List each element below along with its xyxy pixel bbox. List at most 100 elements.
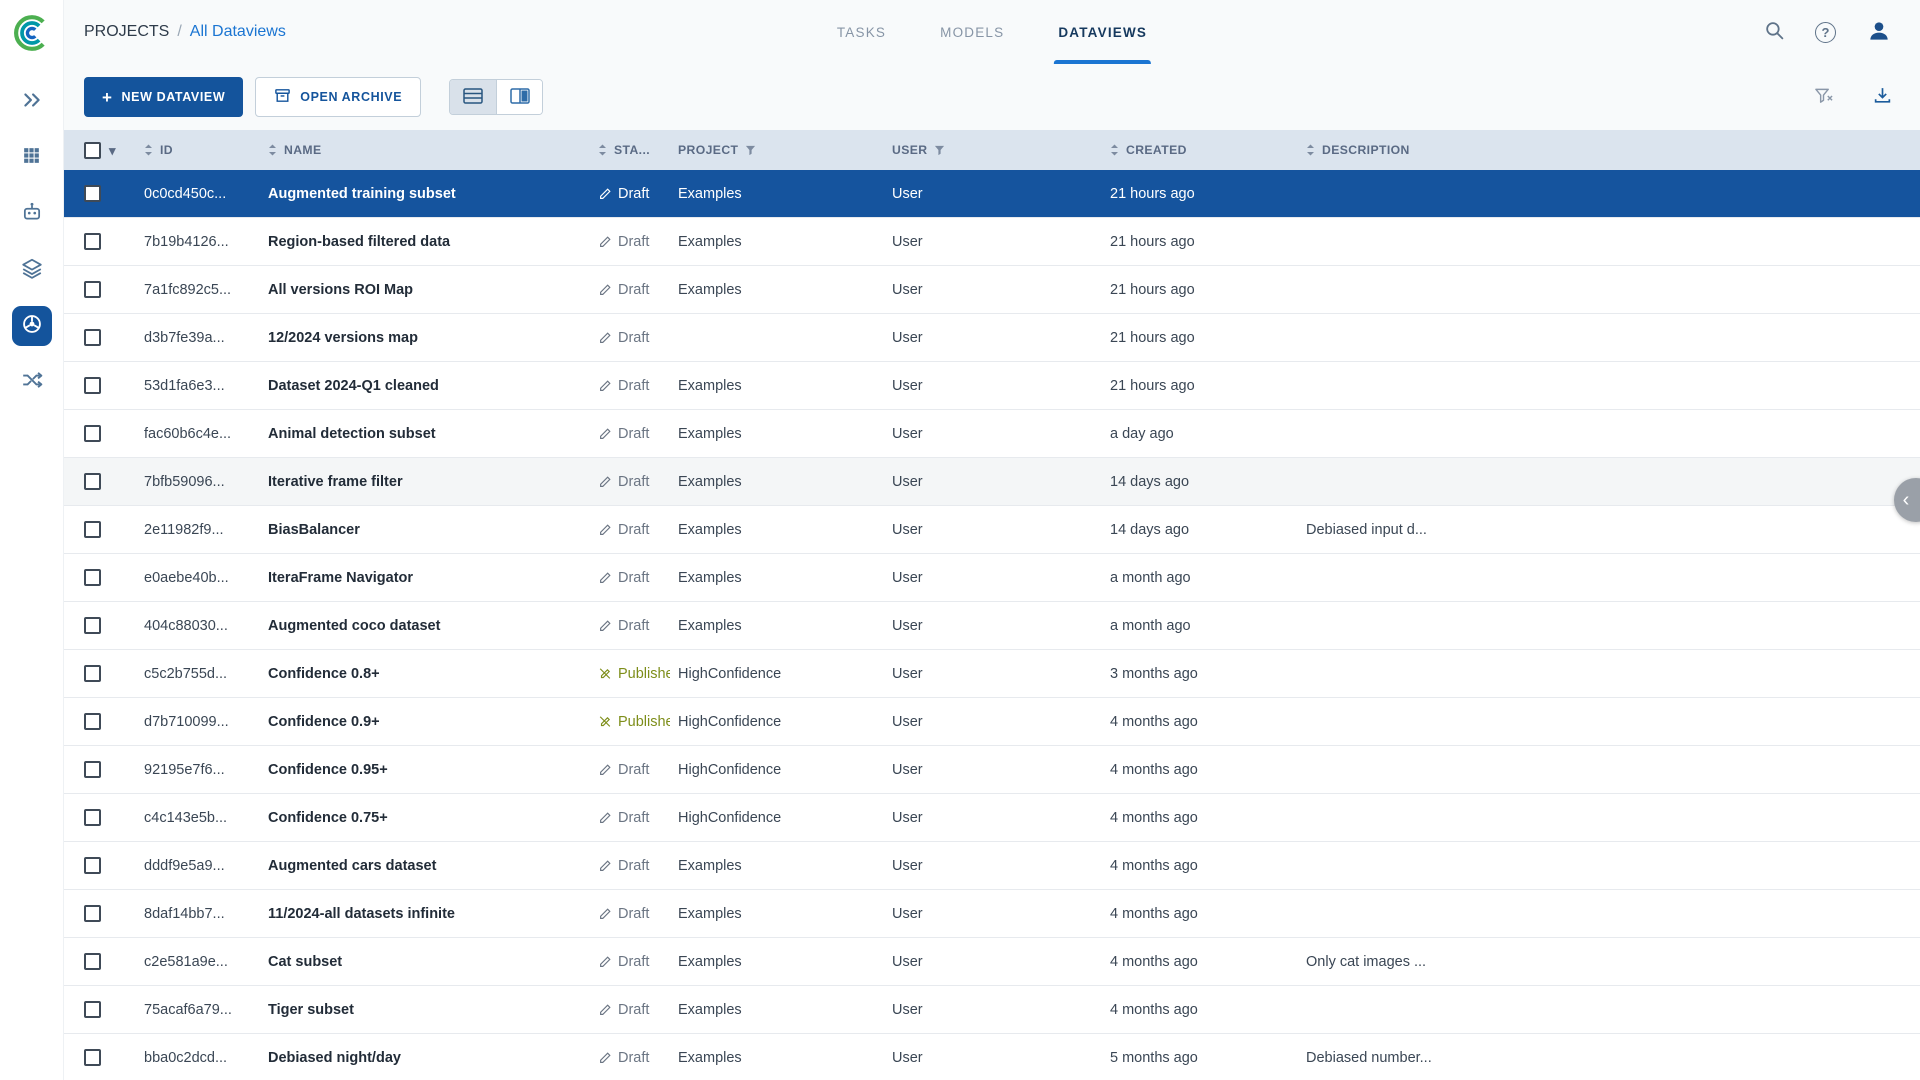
sidebar-item-hyperdatasets[interactable] <box>12 250 52 290</box>
help-button[interactable]: ? <box>1815 22 1836 43</box>
breadcrumb-projects[interactable]: PROJECTS <box>84 23 169 41</box>
column-header-name[interactable]: NAME <box>260 143 590 157</box>
row-name[interactable]: BiasBalancer <box>260 522 590 538</box>
column-header-id[interactable]: ID <box>136 143 260 157</box>
sidebar-item-pipelines[interactable] <box>12 362 52 402</box>
table-row[interactable]: 8daf14bb7... 11/2024-all datasets infini… <box>64 890 1920 938</box>
sidebar-item-datasets[interactable] <box>12 138 52 178</box>
sidebar-item-experiments[interactable] <box>12 82 52 122</box>
row-name[interactable]: Augmented cars dataset <box>260 858 590 874</box>
draft-pencil-icon <box>598 235 612 249</box>
row-id: fac60b6c4e... <box>136 426 260 442</box>
table-row[interactable]: d3b7fe39a... 12/2024 versions map Draft … <box>64 314 1920 362</box>
row-name[interactable]: 11/2024-all datasets infinite <box>260 906 590 922</box>
row-name[interactable]: Confidence 0.75+ <box>260 810 590 826</box>
new-dataview-button[interactable]: + NEW DATAVIEW <box>84 77 243 117</box>
split-view-icon <box>510 88 530 107</box>
clearml-logo-icon[interactable] <box>11 12 53 54</box>
row-name[interactable]: Tiger subset <box>260 1002 590 1018</box>
status-cell: Draft <box>590 570 670 586</box>
row-name[interactable]: IteraFrame Navigator <box>260 570 590 586</box>
row-name[interactable]: All versions ROI Map <box>260 282 590 298</box>
row-checkbox[interactable] <box>84 521 101 538</box>
status-label: Draft <box>618 234 649 250</box>
table-row[interactable]: 92195e7f6... Confidence 0.95+ Draft High… <box>64 746 1920 794</box>
table-row[interactable]: 7a1fc892c5... All versions ROI Map Draft… <box>64 266 1920 314</box>
table-view-toggle[interactable] <box>450 80 496 114</box>
row-name[interactable]: Augmented coco dataset <box>260 618 590 634</box>
row-checkbox[interactable] <box>84 665 101 682</box>
table-row[interactable]: c4c143e5b... Confidence 0.75+ Draft High… <box>64 794 1920 842</box>
row-name[interactable]: Augmented training subset <box>260 186 590 202</box>
main-area: PROJECTS / All Dataviews TASKS MODELS DA… <box>64 0 1920 1080</box>
row-checkbox[interactable] <box>84 329 101 346</box>
row-checkbox[interactable] <box>84 953 101 970</box>
row-name[interactable]: Iterative frame filter <box>260 474 590 490</box>
row-name[interactable]: Debiased night/day <box>260 1050 590 1066</box>
row-checkbox[interactable] <box>84 377 101 394</box>
status-cell: Draft <box>590 618 670 634</box>
table-row[interactable]: 75acaf6a79... Tiger subset Draft Example… <box>64 986 1920 1034</box>
table-row[interactable]: d7b710099... Confidence 0.9+ Published H… <box>64 698 1920 746</box>
row-checkbox[interactable] <box>84 473 101 490</box>
row-checkbox[interactable] <box>84 425 101 442</box>
tab-tasks[interactable]: TASKS <box>833 0 890 64</box>
row-name[interactable]: Confidence 0.95+ <box>260 762 590 778</box>
select-all-checkbox[interactable] <box>84 142 101 159</box>
filter-funnel-icon[interactable] <box>745 145 756 156</box>
column-header-created[interactable]: CREATED <box>1102 143 1298 157</box>
clear-filters-button[interactable] <box>1814 87 1833 108</box>
row-name[interactable]: Dataset 2024-Q1 cleaned <box>260 378 590 394</box>
breadcrumb-current[interactable]: All Dataviews <box>190 23 286 41</box>
table-row[interactable]: 53d1fa6e3... Dataset 2024-Q1 cleaned Dra… <box>64 362 1920 410</box>
download-button[interactable] <box>1873 86 1892 108</box>
tab-models[interactable]: MODELS <box>936 0 1008 64</box>
table-row[interactable]: dddf9e5a9... Augmented cars dataset Draf… <box>64 842 1920 890</box>
table-row[interactable]: 7bfb59096... Iterative frame filter Draf… <box>64 458 1920 506</box>
search-button[interactable] <box>1764 20 1785 44</box>
row-checkbox[interactable] <box>84 233 101 250</box>
split-view-toggle[interactable] <box>496 80 542 114</box>
table-row[interactable]: e0aebe40b... IteraFrame Navigator Draft … <box>64 554 1920 602</box>
column-header-project[interactable]: PROJECT <box>670 143 884 157</box>
row-checkbox[interactable] <box>84 1001 101 1018</box>
topbar: PROJECTS / All Dataviews TASKS MODELS DA… <box>64 0 1920 64</box>
row-name[interactable]: Confidence 0.9+ <box>260 714 590 730</box>
row-checkbox[interactable] <box>84 857 101 874</box>
row-name[interactable]: Region-based filtered data <box>260 234 590 250</box>
table-row[interactable]: c2e581a9e... Cat subset Draft Examples U… <box>64 938 1920 986</box>
row-checkbox[interactable] <box>84 713 101 730</box>
row-checkbox[interactable] <box>84 185 101 202</box>
table-row[interactable]: 7b19b4126... Region-based filtered data … <box>64 218 1920 266</box>
row-checkbox[interactable] <box>84 761 101 778</box>
status-label: Draft <box>618 1002 649 1018</box>
table-row[interactable]: bba0c2dcd... Debiased night/day Draft Ex… <box>64 1034 1920 1080</box>
column-header-description[interactable]: DESCRIPTION <box>1298 143 1920 157</box>
tab-dataviews[interactable]: DATAVIEWS <box>1054 0 1151 64</box>
sidebar-item-agents[interactable] <box>12 194 52 234</box>
table-row[interactable]: 404c88030... Augmented coco dataset Draf… <box>64 602 1920 650</box>
user-menu-button[interactable] <box>1866 18 1892 47</box>
row-checkbox[interactable] <box>84 569 101 586</box>
column-header-status[interactable]: STA... <box>590 143 670 157</box>
row-checkbox[interactable] <box>84 905 101 922</box>
caret-down-icon[interactable]: ▾ <box>109 144 116 157</box>
filter-funnel-icon[interactable] <box>934 145 945 156</box>
row-name[interactable]: Cat subset <box>260 954 590 970</box>
row-checkbox[interactable] <box>84 281 101 298</box>
row-checkbox[interactable] <box>84 1049 101 1066</box>
layers-icon <box>21 257 43 284</box>
table-row[interactable]: c5c2b755d... Confidence 0.8+ Published H… <box>64 650 1920 698</box>
open-archive-button[interactable]: OPEN ARCHIVE <box>255 77 421 117</box>
table-row[interactable]: fac60b6c4e... Animal detection subset Dr… <box>64 410 1920 458</box>
row-name[interactable]: Animal detection subset <box>260 426 590 442</box>
table-row[interactable]: 0c0cd450c... Augmented training subset D… <box>64 170 1920 218</box>
row-name[interactable]: 12/2024 versions map <box>260 330 590 346</box>
row-checkbox[interactable] <box>84 617 101 634</box>
column-label-id: ID <box>160 143 173 157</box>
row-name[interactable]: Confidence 0.8+ <box>260 666 590 682</box>
sidebar-item-dataviews[interactable] <box>12 306 52 346</box>
table-row[interactable]: 2e11982f9... BiasBalancer Draft Examples… <box>64 506 1920 554</box>
column-header-user[interactable]: USER <box>884 143 1102 157</box>
row-checkbox[interactable] <box>84 809 101 826</box>
